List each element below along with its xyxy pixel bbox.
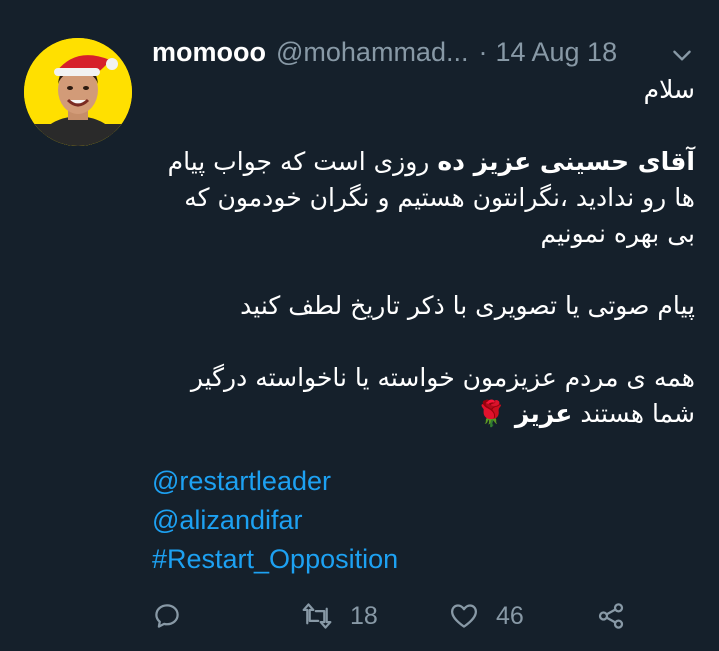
like-button[interactable]: 46	[448, 594, 524, 638]
separator-dot: ·	[478, 36, 488, 67]
tweet-actions: 18 46	[150, 594, 699, 638]
like-count: 46	[496, 601, 524, 630]
chevron-down-icon[interactable]	[669, 42, 695, 68]
body-text-4: همه ی مردم عزیزمون خواسته یا ناخواسته در…	[190, 363, 695, 428]
reply-icon	[155, 604, 179, 628]
rose-emoji: 🌹	[475, 399, 507, 428]
body-paragraph-2: آقای حسینی عزیز ده روزی است که جواب پیام…	[150, 144, 695, 252]
retweet-button[interactable]: 18	[300, 594, 378, 638]
share-icon	[598, 603, 624, 629]
retweet-icon	[302, 603, 332, 629]
tweet-body: سلام آقای حسینی عزیز ده روزی است که جواب…	[150, 72, 695, 432]
display-name[interactable]: momooo	[152, 37, 266, 68]
tweet-links: @restartleader @alizandifar #Restart_Opp…	[152, 462, 398, 579]
body-paragraph-3: پیام صوتی یا تصویری با ذکر تاریخ لطف کنی…	[240, 291, 695, 320]
heart-icon	[451, 604, 477, 628]
body-bold-1: آقای حسینی عزیز ده	[437, 147, 695, 176]
tweet-date[interactable]: 14 Aug 18	[495, 37, 617, 68]
body-bold-2: عزیز	[514, 399, 573, 428]
user-handle[interactable]: @mohammad...	[276, 37, 468, 68]
body-line-greeting: سلام	[643, 75, 695, 104]
reply-button[interactable]	[152, 594, 182, 638]
body-paragraph-4: همه ی مردم عزیزمون خواسته یا ناخواسته در…	[150, 360, 695, 432]
mention-restartleader[interactable]: @restartleader	[152, 462, 398, 501]
avatar[interactable]	[24, 38, 132, 146]
tweet: momooo @mohammad... · 14 Aug 18 سلام آقا…	[0, 0, 719, 651]
share-button[interactable]	[596, 594, 626, 638]
mention-alizandifar[interactable]: @alizandifar	[152, 501, 398, 540]
tweet-header: momooo @mohammad... · 14 Aug 18	[152, 32, 699, 72]
avatar-image	[24, 38, 132, 146]
hashtag-restart-opposition[interactable]: #Restart_Opposition	[152, 540, 398, 579]
retweet-count: 18	[350, 601, 378, 630]
